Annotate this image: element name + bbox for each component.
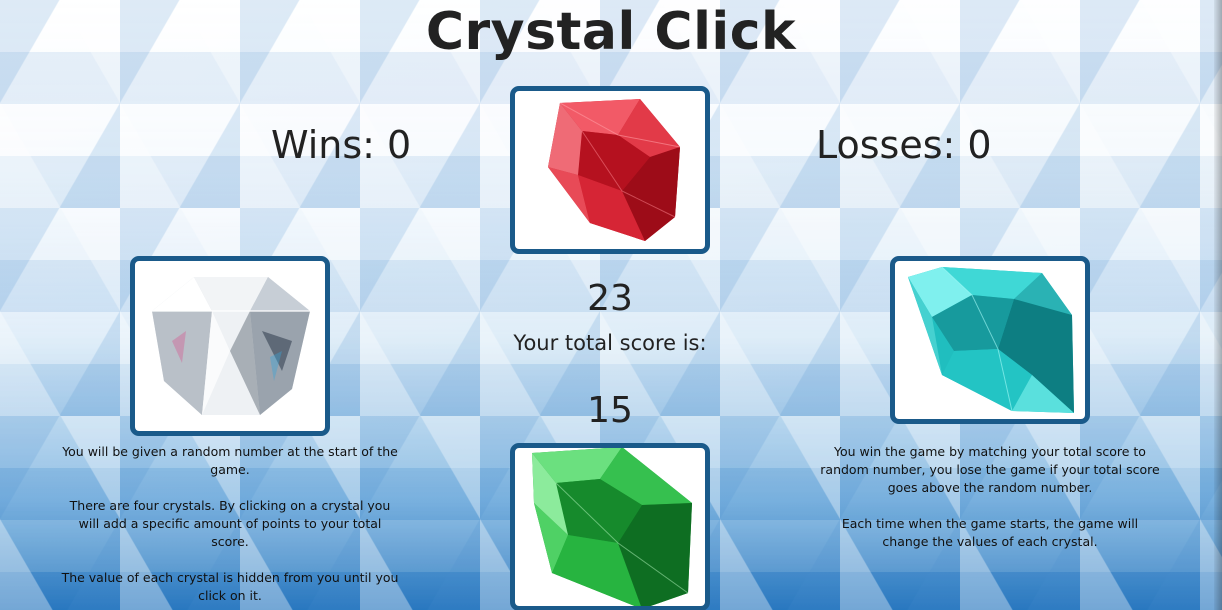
score-label: Your total score is: [513,331,707,355]
cyan-crystal-icon [908,266,1074,413]
window-edge-shadow [1214,0,1222,610]
instruction-paragraph: You win the game by matching your total … [820,444,1160,495]
instruction-paragraph: There are four crystals. By clicking on … [69,498,391,549]
target-number: 23 [587,278,633,319]
white-diamond-icon [152,277,310,415]
total-score: 15 [587,390,633,431]
instruction-paragraph: Each time when the game starts, the game… [841,516,1139,549]
instruction-paragraph: The value of each crystal is hidden from… [61,570,399,603]
wins-counter: Wins: 0 [271,123,412,167]
page-title: Crystal Click [425,2,797,62]
green-crystal-icon [532,448,692,606]
red-crystal-button[interactable] [510,86,710,254]
red-crystal-icon [548,99,681,241]
instructions-left: You will be given a random number at the… [58,443,402,610]
instruction-paragraph: You will be given a random number at the… [62,444,398,477]
green-crystal-button[interactable] [510,443,710,610]
losses-counter: Losses: 0 [816,123,992,167]
cyan-crystal-button[interactable] [890,256,1090,424]
white-diamond-button[interactable] [130,256,330,436]
instructions-right: You win the game by matching your total … [818,443,1162,569]
